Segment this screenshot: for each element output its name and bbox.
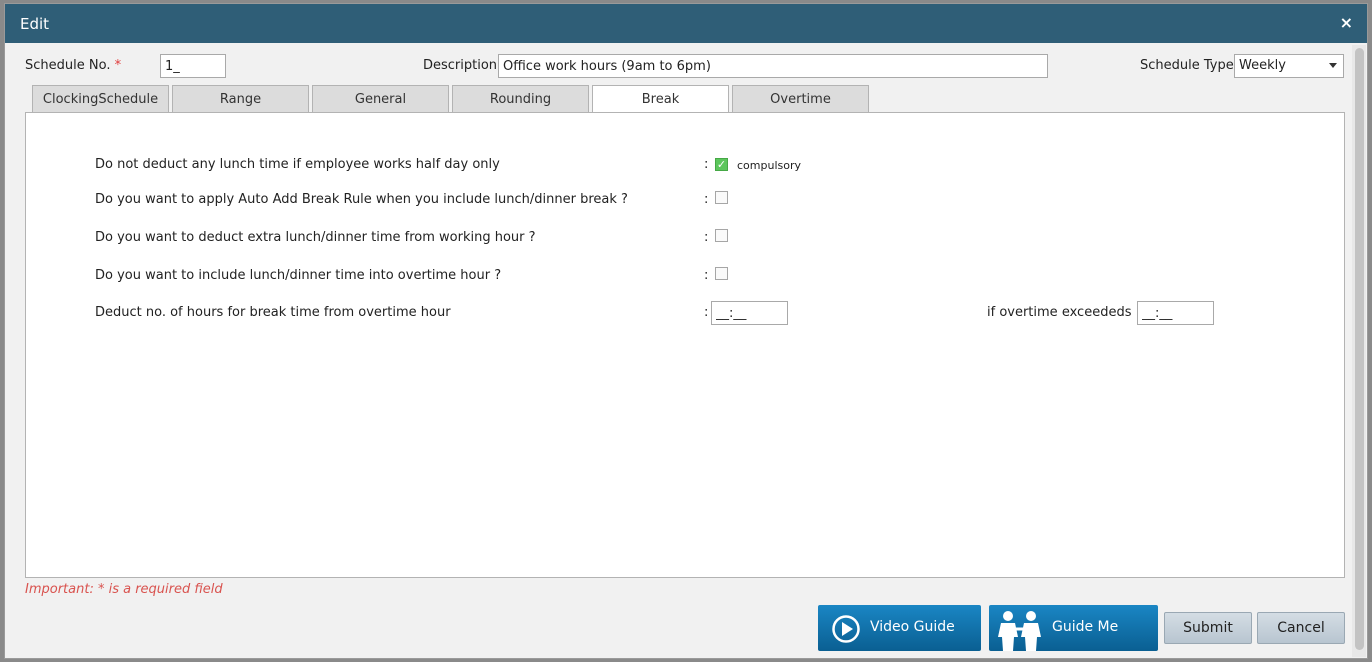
tab-break[interactable]: Break [592,85,729,114]
video-guide-label: Video Guide [870,619,955,635]
submit-button[interactable]: Submit [1164,612,1252,644]
include-overtime-checkbox[interactable] [715,267,728,280]
tab-rounding[interactable]: Rounding [452,85,589,113]
required-mark: * [114,58,122,73]
required-field-note: Important: * is a required field [25,582,223,597]
exceed-label: if overtime exceededs [987,305,1132,320]
row-label-deduct-extra: Do you want to deduct extra lunch/dinner… [95,230,536,245]
cancel-button[interactable]: Cancel [1257,612,1345,644]
row-label-half-day: Do not deduct any lunch time if employee… [95,157,500,172]
deduct-hours-input[interactable] [711,301,788,325]
schedule-no-input[interactable] [160,54,226,78]
edit-dialog: Edit × Schedule No. * Description Schedu… [4,3,1368,659]
colon: : [704,192,709,207]
guide-me-button[interactable]: Guide Me [989,605,1158,651]
exceed-hours-input[interactable] [1137,301,1214,325]
description-input[interactable] [498,54,1048,78]
dialog-title: Edit [20,15,50,33]
people-icon [998,611,1041,651]
half-day-checkbox[interactable]: ✓ [715,158,728,171]
tab-overtime[interactable]: Overtime [732,85,869,113]
dialog-titlebar: Edit × [5,4,1367,43]
close-icon[interactable]: × [1340,13,1353,32]
colon: : [704,230,709,245]
row-label-deduct-hours: Deduct no. of hours for break time from … [95,305,451,320]
scrollbar-thumb[interactable] [1355,48,1364,650]
colon: : [704,305,709,320]
colon: : [704,157,709,172]
schedule-no-label: Schedule No. * [25,58,122,73]
colon: : [704,268,709,283]
schedule-type-select[interactable]: Weekly [1234,54,1344,78]
tab-general[interactable]: General [312,85,449,113]
vertical-scrollbar[interactable] [1352,45,1366,657]
deduct-extra-checkbox[interactable] [715,229,728,242]
chevron-down-icon [1329,63,1337,68]
row-label-auto-add-break: Do you want to apply Auto Add Break Rule… [95,192,628,207]
schedule-type-label: Schedule Type [1140,58,1234,73]
auto-add-break-checkbox[interactable] [715,191,728,204]
compulsory-note: compulsory [737,159,801,172]
tab-clocking-schedule[interactable]: ClockingSchedule [32,85,169,113]
tab-range[interactable]: Range [172,85,309,113]
description-label: Description [423,58,498,73]
video-guide-button[interactable]: Video Guide [818,605,981,651]
guide-me-label: Guide Me [1052,619,1119,635]
schedule-type-value: Weekly [1239,58,1286,73]
play-icon [832,615,860,643]
break-panel: Do not deduct any lunch time if employee… [25,112,1345,578]
row-label-include-overtime: Do you want to include lunch/dinner time… [95,268,502,283]
